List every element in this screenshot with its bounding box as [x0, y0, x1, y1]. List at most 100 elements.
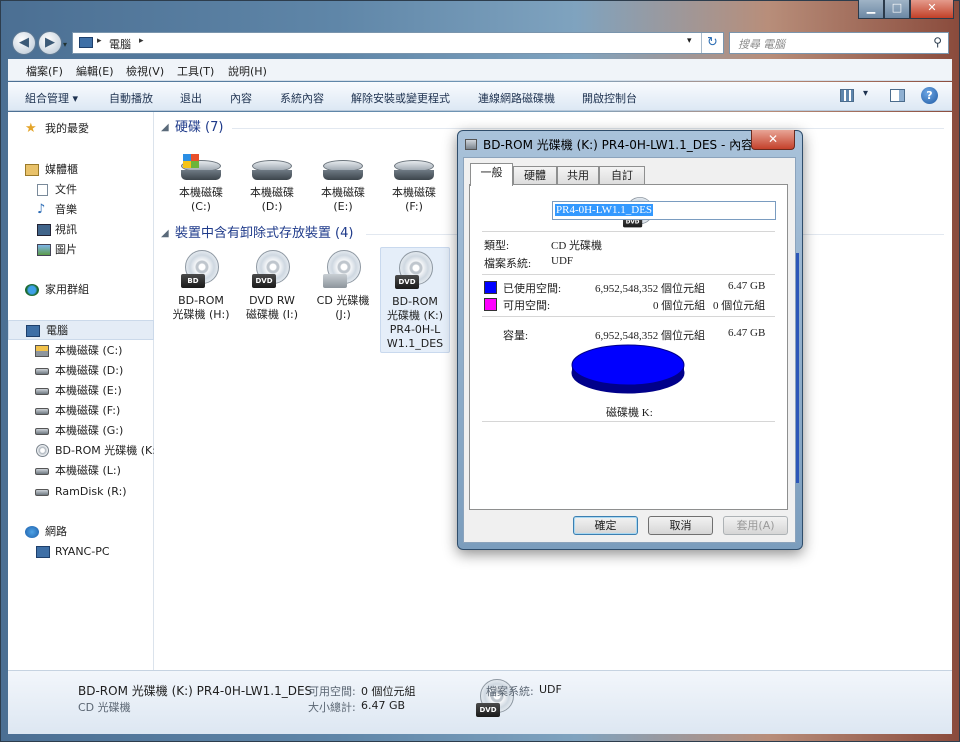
video-icon	[37, 224, 51, 236]
drive-item-k-selected[interactable]: DVD BD-ROM 光碟機 (K:) PR4-0H-L W1.1_DES	[380, 247, 450, 353]
sidebar-item-music[interactable]: ♪ 音樂	[8, 200, 154, 220]
eject-button[interactable]: 退出	[180, 90, 202, 106]
address-bar[interactable]: ▸ 電腦 ▸ ▾ ↻	[72, 32, 724, 54]
sidebar-item-libraries[interactable]: 媒體櫃	[8, 160, 154, 180]
divider	[482, 274, 775, 275]
used-space-color-swatch	[484, 281, 497, 294]
details-fs-label: 檔案系統:	[486, 685, 534, 698]
free-space-label: 可用空間:	[503, 300, 551, 312]
address-dropdown-icon[interactable]: ▾	[687, 36, 692, 46]
details-drive-type: CD 光碟機	[78, 701, 131, 714]
drive-item-h[interactable]: BD BD-ROM 光碟機 (H:)	[166, 250, 236, 322]
used-space-gb: 6.47 GB	[728, 280, 766, 292]
star-icon: ★	[25, 121, 37, 136]
properties-button[interactable]: 內容	[230, 90, 252, 106]
hard-drive-icon	[323, 156, 363, 182]
system-properties-button[interactable]: 系統內容	[280, 90, 324, 106]
dvd-disc-icon: DVD	[252, 250, 292, 290]
sidebar-item-network-pc[interactable]: RYANC-PC	[8, 542, 154, 562]
volume-label-input[interactable]: PR4-0H-LW1.1_DES	[552, 201, 776, 220]
divider	[482, 316, 775, 317]
used-space-bytes: 6,952,548,352 個位元組	[595, 283, 705, 295]
collapse-hdd-group-icon[interactable]: ◢	[161, 122, 169, 133]
menu-bar: 檔案(F) 編輯(E) 檢視(V) 工具(T) 說明(H)	[8, 59, 952, 81]
back-button[interactable]: ◀	[12, 31, 36, 55]
uninstall-button[interactable]: 解除安裝或變更程式	[351, 90, 450, 106]
divider	[482, 421, 775, 422]
menu-tools[interactable]: 工具(T)	[177, 63, 214, 79]
pc-icon	[36, 546, 50, 558]
capacity-gb: 6.47 GB	[728, 327, 766, 339]
menu-help[interactable]: 說明(H)	[228, 63, 267, 79]
forward-button[interactable]: ▶	[38, 31, 62, 55]
cancel-button[interactable]: 取消	[648, 516, 713, 535]
type-label: 類型:	[484, 240, 510, 252]
search-input[interactable]: 搜尋 電腦 ⚲	[729, 32, 949, 54]
apply-button[interactable]: 套用(A)	[723, 516, 788, 535]
menu-file[interactable]: 檔案(F)	[26, 63, 63, 79]
tab-customize[interactable]: 自訂	[599, 166, 645, 185]
homegroup-icon	[25, 284, 39, 296]
sidebar-item-drive-r[interactable]: RamDisk (R:)	[8, 482, 154, 502]
preview-pane-icon[interactable]	[890, 89, 905, 102]
computer-icon	[79, 37, 93, 48]
drive-item-i[interactable]: DVD DVD RW 磁碟機 (I:)	[237, 250, 307, 322]
recent-pages-chevron-icon[interactable]: ▾	[63, 40, 67, 49]
music-icon: ♪	[37, 202, 46, 217]
drive-item-c[interactable]: 本機磁碟 (C:)	[166, 154, 236, 214]
minimize-button[interactable]: ▁	[858, 0, 884, 19]
view-dropdown-icon[interactable]: ▾	[863, 88, 868, 99]
sidebar-item-drive-l[interactable]: 本機磁碟 (L:)	[8, 461, 154, 481]
sidebar-item-drive-g[interactable]: 本機磁碟 (G:)	[8, 421, 154, 441]
sidebar-item-favorites[interactable]: ★ 我的最愛	[8, 119, 154, 139]
maximize-button[interactable]: □	[884, 0, 910, 19]
dialog-edge-highlight	[796, 253, 799, 483]
sidebar-item-drive-d[interactable]: 本機磁碟 (D:)	[8, 361, 154, 381]
details-drive-name: BD-ROM 光碟機 (K:) PR4-0H-LW1.1_DES	[78, 684, 313, 698]
picture-icon	[37, 244, 51, 256]
tab-sharing[interactable]: 共用	[557, 166, 599, 185]
group-header-removable[interactable]: 裝置中含有卸除式存放裝置 (4)	[175, 226, 353, 242]
dialog-close-button[interactable]: ✕	[751, 130, 795, 150]
close-button[interactable]: ✕	[910, 0, 954, 19]
help-icon[interactable]: ?	[921, 87, 938, 104]
sidebar-item-videos[interactable]: 視訊	[8, 220, 154, 240]
search-icon[interactable]: ⚲	[933, 35, 942, 49]
disk-usage-pie-chart	[571, 344, 685, 394]
map-network-drive-button[interactable]: 連線網路磁碟機	[478, 90, 555, 106]
sidebar-item-computer[interactable]: 電腦	[8, 320, 154, 340]
breadcrumb-sep-icon[interactable]: ▸	[97, 36, 102, 46]
drive-item-e[interactable]: 本機磁碟 (E:)	[308, 156, 378, 214]
autoplay-button[interactable]: 自動播放	[109, 90, 153, 106]
menu-view[interactable]: 檢視(V)	[126, 63, 164, 79]
breadcrumb-computer[interactable]: 電腦	[109, 36, 131, 52]
sidebar-item-drive-c[interactable]: 本機磁碟 (C:)	[8, 341, 154, 361]
breadcrumb-chevron-icon[interactable]: ▸	[139, 36, 144, 46]
sidebar-item-network[interactable]: 網路	[8, 522, 154, 542]
capacity-bytes: 6,952,548,352 個位元組	[595, 330, 705, 342]
open-control-panel-button[interactable]: 開啟控制台	[582, 90, 637, 106]
sidebar-item-documents[interactable]: 文件	[8, 180, 154, 200]
details-pane: DVD BD-ROM 光碟機 (K:) PR4-0H-LW1.1_DES CD …	[8, 670, 952, 734]
hard-drive-icon	[35, 428, 49, 435]
sidebar-item-drive-k[interactable]: BD-ROM 光碟機 (K:	[8, 441, 154, 461]
view-options-icon[interactable]	[840, 89, 854, 102]
sidebar-item-drive-f[interactable]: 本機磁碟 (F:)	[8, 401, 154, 421]
ok-button[interactable]: 確定	[573, 516, 638, 535]
menu-edit[interactable]: 編輯(E)	[76, 63, 114, 79]
collapse-removable-group-icon[interactable]: ◢	[161, 228, 169, 239]
tab-hardware[interactable]: 硬體	[513, 166, 557, 185]
organize-button[interactable]: 組合管理 ▾	[25, 90, 78, 106]
refresh-icon[interactable]: ↻	[701, 33, 723, 53]
drive-item-d[interactable]: 本機磁碟 (D:)	[237, 156, 307, 214]
disc-icon	[36, 444, 49, 457]
drive-item-j[interactable]: CD 光碟機 (J:)	[308, 250, 378, 322]
group-header-hard-disks[interactable]: 硬碟 (7)	[175, 120, 223, 136]
sidebar-item-pictures[interactable]: 圖片	[8, 240, 154, 260]
capacity-label: 容量:	[503, 330, 529, 342]
sidebar-item-homegroup[interactable]: 家用群組	[8, 280, 154, 300]
sidebar-item-drive-e[interactable]: 本機磁碟 (E:)	[8, 381, 154, 401]
drive-item-f[interactable]: 本機磁碟 (F:)	[379, 156, 449, 214]
network-icon	[25, 526, 39, 538]
tab-general[interactable]: 一般	[470, 163, 513, 186]
